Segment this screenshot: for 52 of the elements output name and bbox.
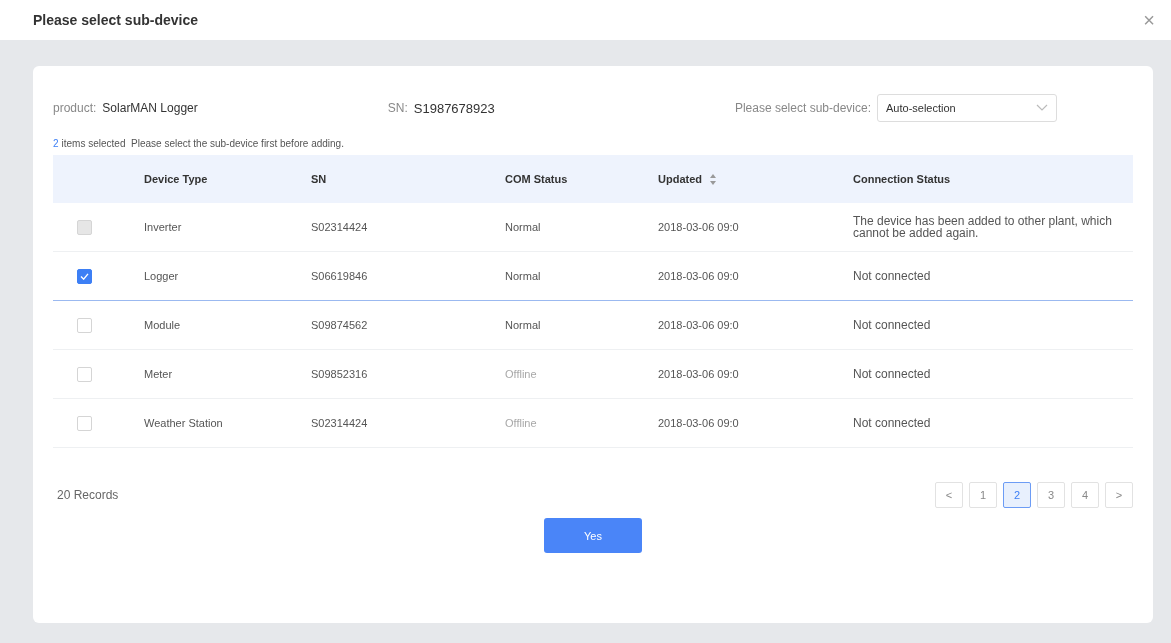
- table-cell: Normal: [505, 270, 541, 282]
- chevron-down-icon[interactable]: [1036, 104, 1048, 112]
- table-cell-text: Not connected: [853, 417, 932, 429]
- check-icon: [80, 272, 89, 280]
- table-cell: S09874562: [311, 319, 368, 331]
- product-label: product:: [53, 101, 97, 115]
- table-cell: Offline: [505, 417, 537, 429]
- table-cell: S09852316: [311, 368, 368, 380]
- table-cell-text: The device has been added to other plant, which cannot be added again.: [853, 215, 1113, 239]
- page-button[interactable]: 3: [1037, 482, 1065, 508]
- table-cell: 2018-03-06 09:0: [658, 319, 739, 331]
- table-cell: S02314424: [311, 221, 368, 233]
- page-button[interactable]: 1: [969, 482, 997, 508]
- table-cell: 2018-03-06 09:0: [658, 221, 739, 233]
- column-header: Device Type: [144, 173, 208, 185]
- close-button[interactable]: ×: [1143, 8, 1155, 32]
- selected-count: 2: [53, 138, 59, 149]
- column-header: SN: [311, 173, 327, 185]
- dialog-title: Please select sub-device: [33, 12, 198, 28]
- sub-device-dropdown[interactable]: Auto-selection: [877, 94, 1057, 122]
- table-cell: Weather Station: [144, 417, 223, 429]
- row-checkbox[interactable]: [77, 268, 92, 284]
- table-cell: S02314424: [311, 417, 368, 429]
- previous-page-button[interactable]: <: [935, 482, 963, 508]
- table-cell: 2018-03-06 09:0: [658, 270, 739, 282]
- table-cell: Normal: [505, 319, 541, 331]
- selection-hint: items selected Please select the sub-device first before adding.: [61, 138, 344, 149]
- table-cell: 2018-03-06 09:0: [658, 368, 739, 380]
- sn-value: S1987678923: [413, 100, 495, 116]
- table-cell: Normal: [505, 221, 541, 233]
- table-cell-text: Not connected: [853, 319, 932, 331]
- table-cell: Logger: [144, 270, 179, 282]
- page-button[interactable]: 4: [1071, 482, 1099, 508]
- table-cell: Meter: [144, 368, 173, 380]
- records-count: 20 Records: [57, 488, 119, 502]
- select-label: Please select sub-device:: [734, 101, 871, 115]
- table-cell-text: Not connected: [853, 368, 932, 380]
- table-cell: S06619846: [311, 270, 368, 282]
- table-cell: Offline: [505, 368, 537, 380]
- table-cell: Module: [144, 319, 181, 331]
- next-page-button[interactable]: >: [1105, 482, 1133, 508]
- column-header: Connection Status: [853, 173, 951, 185]
- column-header: COM Status: [505, 173, 568, 185]
- table-cell: 2018-03-06 09:0: [658, 417, 739, 429]
- sort-icon[interactable]: [710, 173, 716, 185]
- sn-label: SN:: [387, 101, 408, 115]
- page-button[interactable]: 2: [1003, 482, 1031, 508]
- table-cell: Inverter: [144, 221, 182, 233]
- yes-button[interactable]: Yes: [544, 518, 642, 553]
- table-cell-text: Not connected: [853, 270, 932, 282]
- product-value: SolarMAN Logger: [102, 101, 198, 115]
- column-header[interactable]: Updated: [658, 173, 702, 185]
